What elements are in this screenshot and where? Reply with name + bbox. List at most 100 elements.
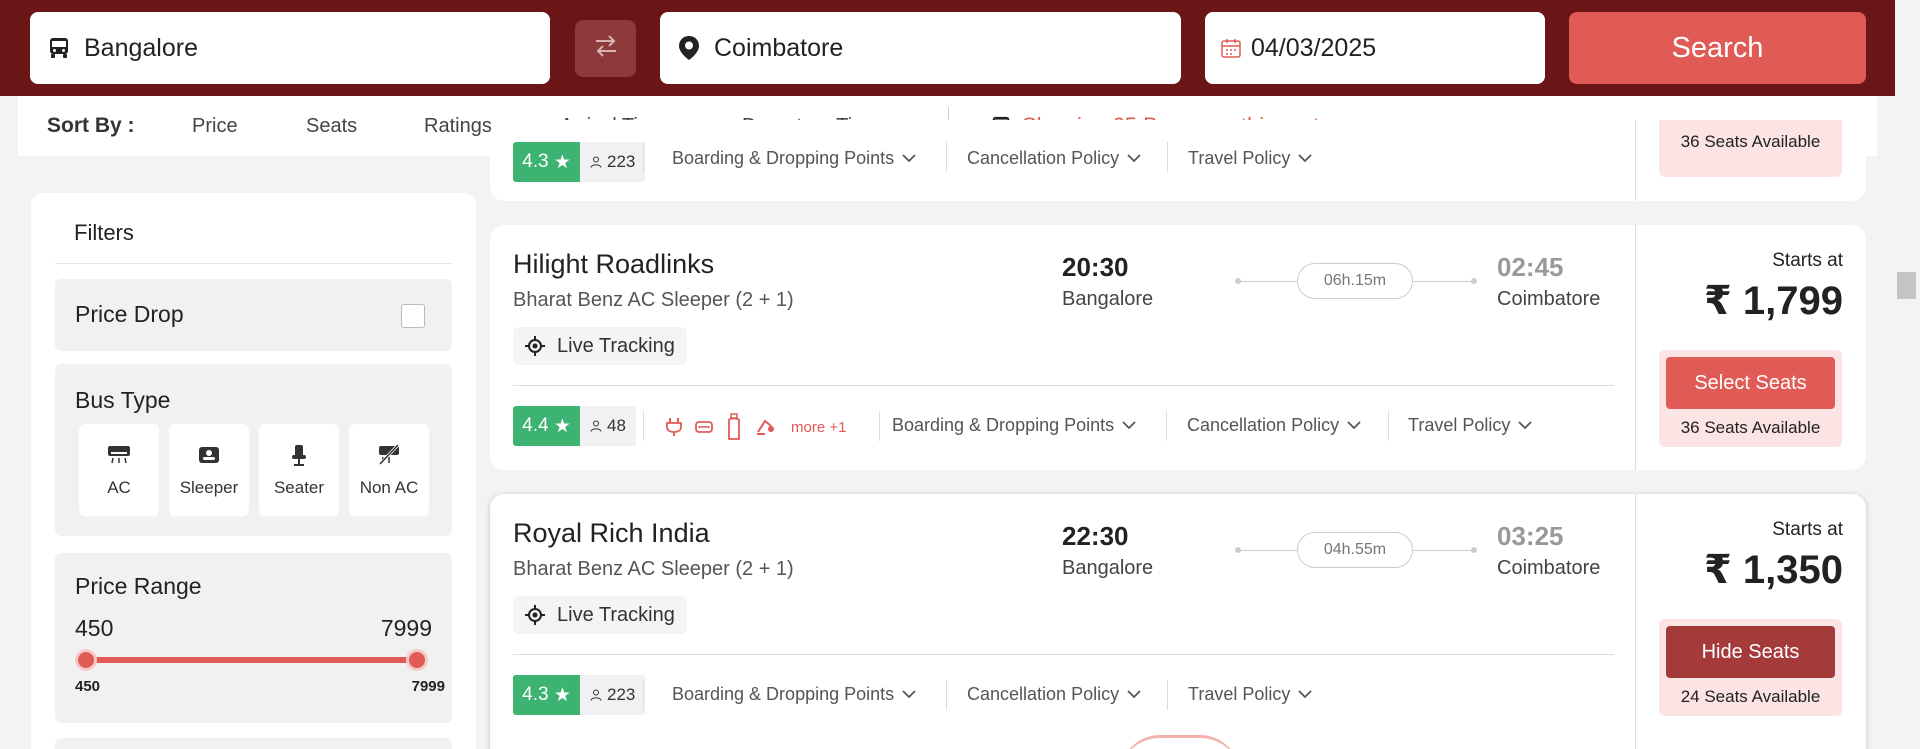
duration-pill: 04h.55m xyxy=(1297,532,1413,568)
arrival-city: Coimbatore xyxy=(1497,288,1601,310)
arrival-time: 03:25 xyxy=(1497,521,1564,551)
date-field[interactable]: 04/03/2025 xyxy=(1205,12,1545,84)
boarding-dropping-dropdown[interactable]: Boarding & Dropping Points xyxy=(672,148,916,169)
person-icon xyxy=(590,156,602,168)
price-drop-checkbox[interactable] xyxy=(401,304,425,328)
boarding-dropping-dropdown[interactable]: Boarding & Dropping Points xyxy=(892,415,1136,436)
chevron-down-icon xyxy=(1127,154,1141,163)
rating-score: 4.3 ★ xyxy=(513,675,580,715)
boarding-dropping-dropdown[interactable]: Boarding & Dropping Points xyxy=(672,684,916,705)
location-pin-icon xyxy=(674,33,704,63)
travel-policy-dropdown[interactable]: Travel Policy xyxy=(1188,684,1312,705)
swap-icon xyxy=(592,33,620,64)
travel-policy-dropdown[interactable]: Travel Policy xyxy=(1408,415,1532,436)
non-ac-icon xyxy=(377,442,401,468)
person-icon xyxy=(590,689,602,701)
chevron-down-icon xyxy=(1518,421,1532,430)
hide-seats-button[interactable]: Hide Seats xyxy=(1666,626,1835,678)
divider xyxy=(1167,142,1168,172)
divider xyxy=(946,680,947,710)
cancellation-policy-dropdown[interactable]: Cancellation Policy xyxy=(967,148,1141,169)
cancellation-policy-dropdown[interactable]: Cancellation Policy xyxy=(967,684,1141,705)
bus-type: Bharat Benz AC Sleeper (2 + 1) xyxy=(513,558,794,580)
sort-option-ratings[interactable]: Ratings xyxy=(424,115,492,138)
divider xyxy=(513,385,1614,386)
departure-time: 20:30 xyxy=(1062,252,1129,282)
scrollbar-thumb[interactable] xyxy=(1897,272,1916,299)
divider xyxy=(1388,411,1389,441)
duration-dot xyxy=(1235,278,1241,284)
starts-at-label: Starts at xyxy=(1772,250,1843,271)
cancellation-policy-dropdown[interactable]: Cancellation Policy xyxy=(1187,415,1361,436)
from-field[interactable]: Bangalore xyxy=(30,12,550,84)
duration-dot xyxy=(1235,547,1241,553)
seater-icon xyxy=(289,442,309,468)
search-button[interactable]: Search xyxy=(1569,12,1866,84)
price-range-track xyxy=(89,657,419,663)
amenities: more +1 xyxy=(665,411,846,443)
price-max-value: 7999 xyxy=(380,615,432,641)
date-value: 04/03/2025 xyxy=(1251,33,1377,62)
seats-available: 24 Seats Available xyxy=(1680,687,1821,706)
price-max-label: 7999 xyxy=(411,678,445,695)
price-range-title: Price Range xyxy=(75,573,202,599)
duration-dot xyxy=(1471,278,1477,284)
price-drop-filter[interactable]: Price Drop xyxy=(55,279,452,351)
card-divider xyxy=(1635,120,1636,201)
crosshair-icon xyxy=(525,336,545,356)
card-divider xyxy=(1635,225,1636,470)
bus-card: Royal Rich India Bharat Benz AC Sleeper … xyxy=(490,494,1866,749)
duration-pill: 06h.15m xyxy=(1297,263,1413,299)
rating-score: 4.4 ★ xyxy=(513,406,580,446)
fare-price: ₹ 1,350 xyxy=(1703,548,1843,592)
departure-time: 22:30 xyxy=(1062,521,1129,551)
divider xyxy=(643,142,644,172)
bus-type-ac-label: AC xyxy=(107,478,131,497)
to-field[interactable]: Coimbatore xyxy=(660,12,1181,84)
reading-light-icon xyxy=(755,418,775,436)
to-value: Coimbatore xyxy=(714,33,844,62)
bus-type-seater-label: Seater xyxy=(273,478,325,497)
operator-name: Royal Rich India xyxy=(513,518,710,548)
seat-box: Select Seats 36 Seats Available xyxy=(1659,350,1842,447)
sort-option-price[interactable]: Price xyxy=(192,115,238,138)
bus-type-sleeper[interactable]: Sleeper xyxy=(169,424,249,516)
price-range-max-handle[interactable] xyxy=(406,649,428,671)
bus-type-seater[interactable]: Seater xyxy=(259,424,339,516)
live-tracking-badge: Live Tracking xyxy=(513,596,687,634)
divider xyxy=(643,680,644,710)
seats-available: 36 Seats Available xyxy=(1680,418,1821,437)
rating-badge: 4.3 ★ 223 xyxy=(513,675,646,715)
bus-card: 4.3 ★ 223 Boarding & Dropping Points Can… xyxy=(490,120,1866,201)
person-icon xyxy=(590,420,602,432)
chevron-down-icon xyxy=(1298,690,1312,699)
swap-button[interactable] xyxy=(575,20,636,77)
more-amenities-link[interactable]: more +1 xyxy=(791,419,846,436)
divider xyxy=(513,654,1614,655)
sleeper-icon xyxy=(198,442,220,468)
search-bar: Bangalore Coimbatore 04/03/2025 Search xyxy=(0,0,1895,96)
sort-option-seats[interactable]: Seats xyxy=(306,115,357,138)
from-value: Bangalore xyxy=(84,33,198,62)
select-seats-button[interactable]: Select Seats xyxy=(1666,357,1835,409)
divider xyxy=(1166,411,1167,441)
arrival-time: 02:45 xyxy=(1497,252,1564,282)
review-count: 48 xyxy=(580,406,636,446)
travel-policy-dropdown[interactable]: Travel Policy xyxy=(1188,148,1312,169)
charging-plug-icon xyxy=(665,417,683,437)
bus-type-ac[interactable]: AC xyxy=(79,424,159,516)
chevron-down-icon xyxy=(1347,421,1361,430)
live-tracking-label: Live Tracking xyxy=(557,334,675,357)
filters-title: Filters xyxy=(74,220,134,245)
seat-box: Hide Seats 24 Seats Available xyxy=(1659,619,1842,716)
operator-name: Hilight Roadlinks xyxy=(513,249,715,279)
crosshair-icon xyxy=(525,605,545,625)
price-range-min-handle[interactable] xyxy=(75,649,97,671)
price-range-filter: Price Range 450 7999 450 7999 xyxy=(55,553,452,723)
bus-type: Bharat Benz AC Sleeper (2 + 1) xyxy=(513,289,794,311)
next-filter-section xyxy=(55,738,452,749)
review-count: 223 xyxy=(580,675,646,715)
bus-type-title: Bus Type xyxy=(75,387,171,413)
bus-type-non-ac[interactable]: Non AC xyxy=(349,424,429,516)
rating-badge: 4.3 ★ 223 xyxy=(513,142,646,182)
